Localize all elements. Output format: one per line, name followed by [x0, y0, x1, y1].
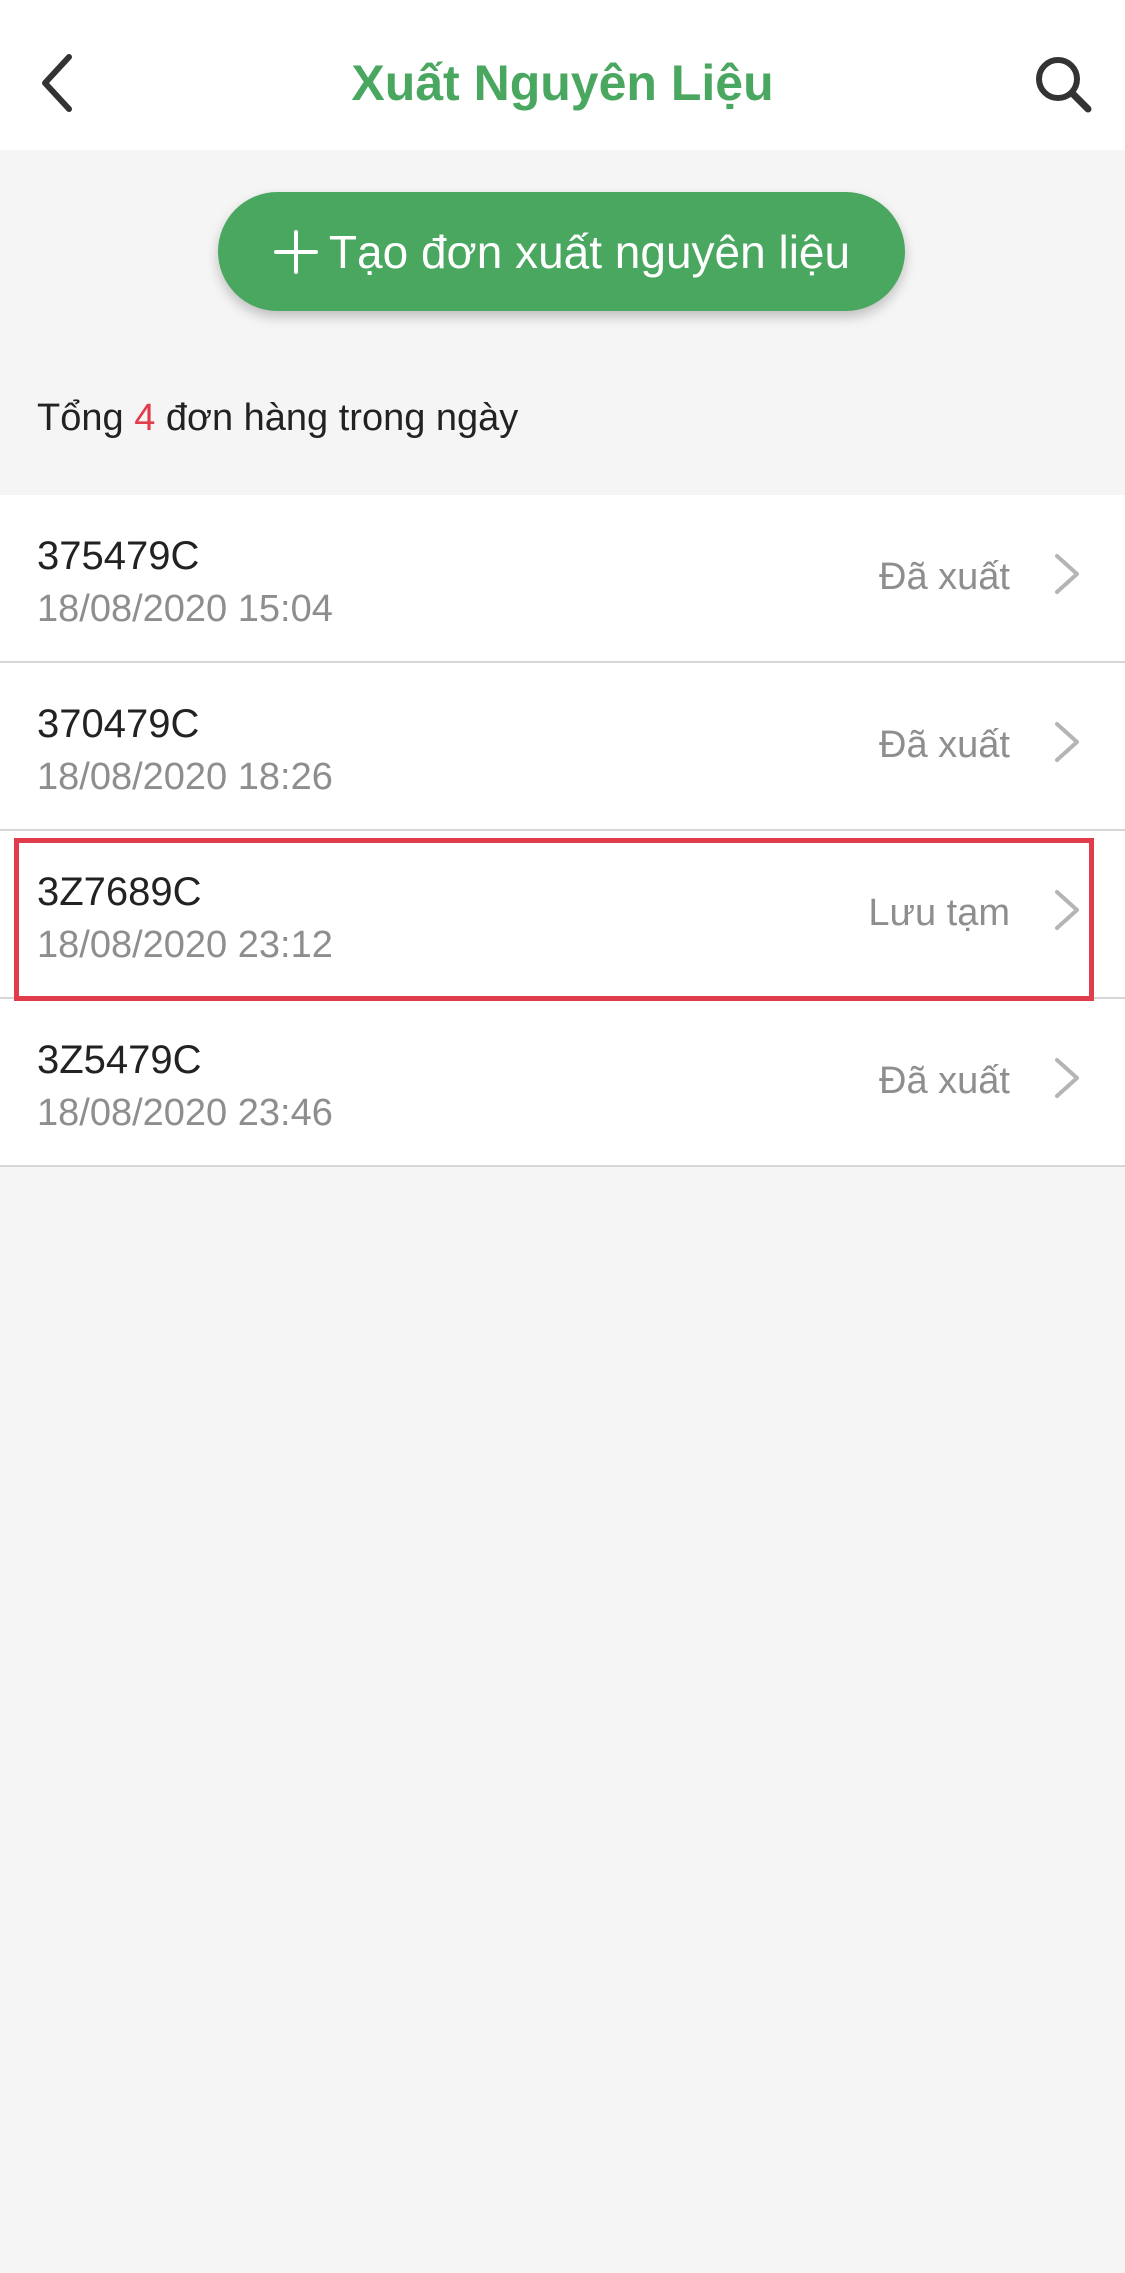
- summary-suffix: đơn hàng trong ngày: [165, 397, 519, 439]
- order-code: 370479C: [37, 702, 200, 746]
- order-row[interactable]: 3Z7689C 18/08/2020 23:12 Lưu tạm: [0, 831, 1125, 999]
- summary-count: 4: [134, 397, 156, 439]
- order-code: 3Z5479C: [37, 1038, 202, 1082]
- order-code: 3Z7689C: [37, 870, 202, 914]
- order-summary: Tổng 4 đơn hàng trong ngày: [37, 393, 518, 443]
- chevron-right-icon: [1055, 1058, 1079, 1098]
- order-status: Đã xuất: [879, 556, 1010, 598]
- page-title: Xuất Nguyên Liệu: [351, 55, 774, 111]
- order-status: Lưu tạm: [868, 892, 1010, 934]
- order-datetime: 18/08/2020 15:04: [37, 588, 333, 630]
- create-export-order-button[interactable]: Tạo đơn xuất nguyên liệu: [218, 192, 905, 311]
- header-bar: Xuất Nguyên Liệu: [0, 0, 1125, 150]
- order-code: 375479C: [37, 534, 200, 578]
- order-list: 375479C 18/08/2020 15:04 Đã xuất 370479C…: [0, 495, 1125, 1167]
- order-row[interactable]: 375479C 18/08/2020 15:04 Đã xuất: [0, 495, 1125, 663]
- order-row[interactable]: 370479C 18/08/2020 18:26 Đã xuất: [0, 663, 1125, 831]
- create-button-label: Tạo đơn xuất nguyên liệu: [328, 225, 851, 278]
- order-row[interactable]: 3Z5479C 18/08/2020 23:46 Đã xuất: [0, 999, 1125, 1167]
- order-status: Đã xuất: [879, 724, 1010, 766]
- order-datetime: 18/08/2020 23:12: [37, 924, 333, 966]
- order-datetime: 18/08/2020 18:26: [37, 756, 333, 798]
- order-status: Đã xuất: [879, 1060, 1010, 1102]
- chevron-right-icon: [1055, 722, 1079, 762]
- summary-prefix: Tổng: [37, 397, 124, 439]
- plus-icon: [273, 229, 319, 275]
- chevron-right-icon: [1055, 554, 1079, 594]
- search-button[interactable]: [1027, 44, 1099, 124]
- chevron-right-icon: [1055, 890, 1079, 930]
- order-datetime: 18/08/2020 23:46: [37, 1092, 333, 1134]
- search-icon: [1036, 57, 1092, 113]
